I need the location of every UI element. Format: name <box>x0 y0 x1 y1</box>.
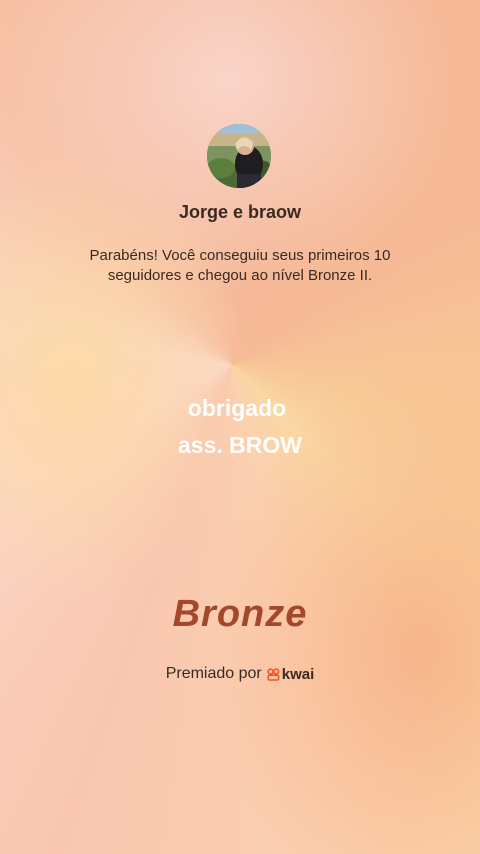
caption-line-2: ass. BROW <box>178 432 302 458</box>
avatar[interactable] <box>207 124 271 188</box>
kwai-logo-icon <box>267 667 280 681</box>
achievement-card: Jorge e braow Parabéns! Você conseguiu s… <box>0 0 480 854</box>
kwai-brand-name: kwai <box>281 665 315 683</box>
awarded-by-label: Premiado por <box>165 665 262 682</box>
username: Jorge e braow <box>178 202 302 222</box>
achievement-message: Parabéns! Você conseguiu seus primeiros … <box>89 247 391 284</box>
awarded-by: Premiado por kwai <box>0 665 480 683</box>
level-title: Bronze <box>172 593 308 635</box>
caption-line-1: obrigado <box>187 395 287 421</box>
avatar-image <box>207 124 271 188</box>
kwai-logo: kwai <box>267 665 315 683</box>
